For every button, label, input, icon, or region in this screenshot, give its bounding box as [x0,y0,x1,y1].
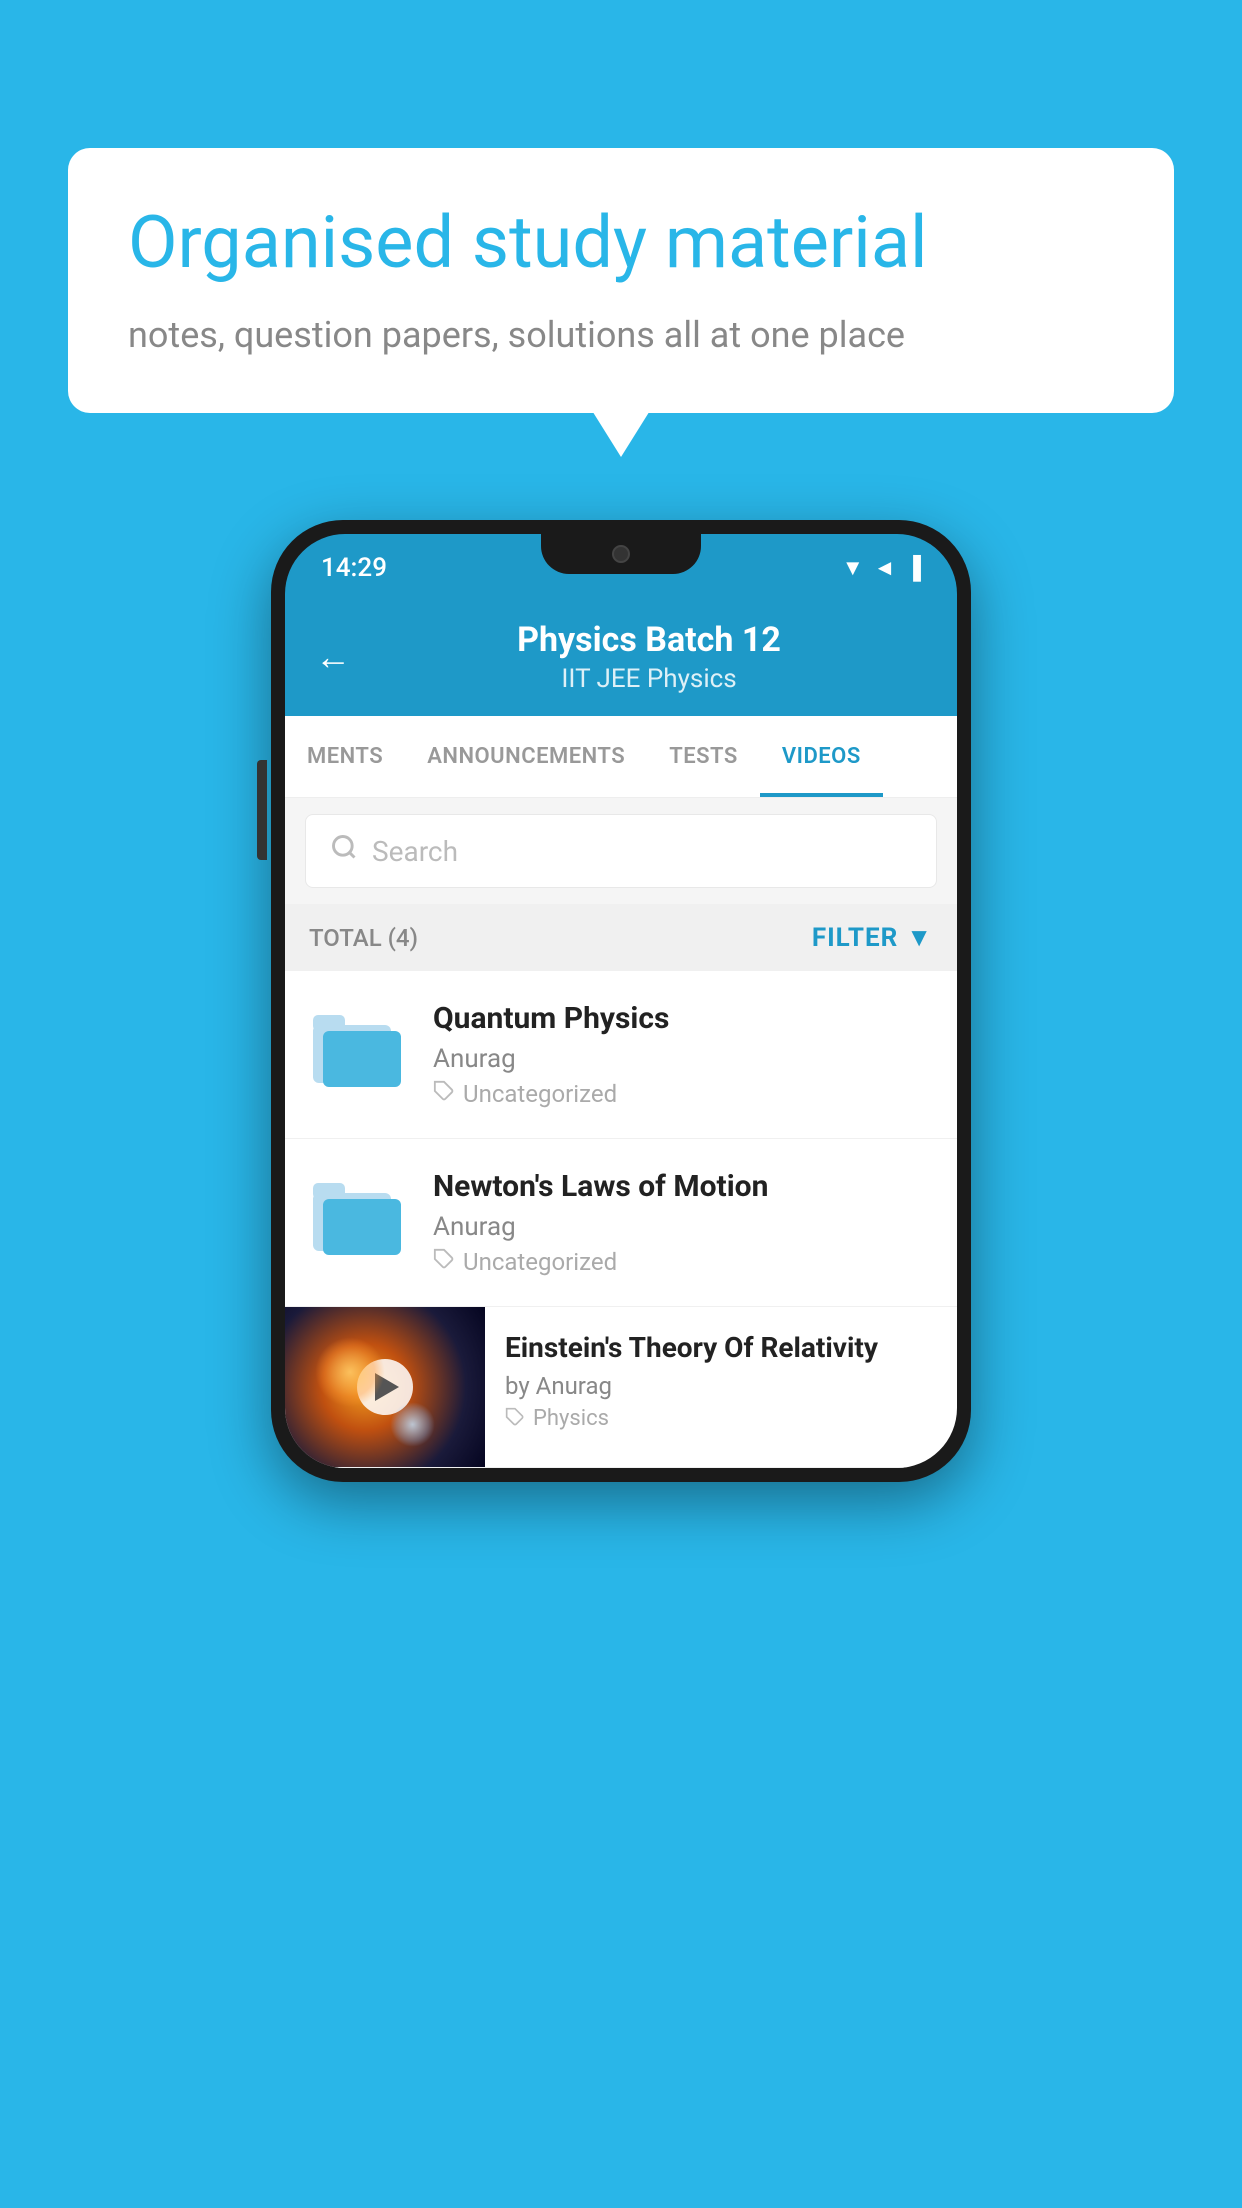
einstein-bg [285,1307,485,1467]
tag-icon-quantum [433,1080,455,1108]
folder-icon-quantum [309,1001,409,1101]
battery-icon: ▐ [905,555,921,581]
filter-label: FILTER [812,923,898,953]
header-title: Physics Batch 12 [371,620,927,660]
space-glow2 [390,1402,435,1447]
list-item[interactable]: Quantum Physics Anurag Uncategorized [285,971,957,1139]
video-info-newton: Newton's Laws of Motion Anurag Uncategor… [433,1169,933,1276]
tab-announcements[interactable]: ANNOUNCEMENTS [405,716,647,797]
tag-icon-einstein [505,1407,525,1431]
bubble-subtitle: notes, question papers, solutions all at… [128,310,1114,360]
search-icon [330,833,358,869]
tag-text-einstein: Physics [533,1406,609,1431]
filter-bar: TOTAL (4) FILTER ▼ [285,904,957,971]
search-container: Search [285,798,957,904]
list-item[interactable]: Newton's Laws of Motion Anurag Uncategor… [285,1139,957,1307]
status-time: 14:29 [321,553,387,583]
list-item[interactable]: Einstein's Theory Of Relativity by Anura… [285,1307,957,1468]
video-tag-quantum: Uncategorized [433,1080,933,1108]
tabs-bar: MENTS ANNOUNCEMENTS TESTS VIDEOS [285,716,957,798]
signal-icon: ◄ [874,555,896,581]
video-title-quantum: Quantum Physics [433,1001,933,1036]
tab-videos[interactable]: VIDEOS [760,716,883,797]
filter-button[interactable]: FILTER ▼ [812,922,933,953]
video-title-einstein: Einstein's Theory Of Relativity [505,1331,937,1364]
phone-screen: 14:29 ▼ ◄ ▐ ← Physics Batch 12 IIT JEE P… [285,534,957,1468]
back-button[interactable]: ← [315,636,351,678]
phone-outer: 14:29 ▼ ◄ ▐ ← Physics Batch 12 IIT JEE P… [271,520,971,1482]
video-info-quantum: Quantum Physics Anurag Uncategorized [433,1001,933,1108]
tag-icon-newton [433,1248,455,1276]
header-tags: IIT JEE Physics [371,664,927,694]
status-bar: 14:29 ▼ ◄ ▐ [285,534,957,602]
video-info-einstein: Einstein's Theory Of Relativity by Anura… [485,1307,957,1455]
video-author-einstein: by Anurag [505,1372,937,1400]
app-header: ← Physics Batch 12 IIT JEE Physics [285,602,957,716]
filter-icon: ▼ [906,922,933,953]
video-tag-newton: Uncategorized [433,1248,933,1276]
video-title-newton: Newton's Laws of Motion [433,1169,933,1204]
video-author-newton: Anurag [433,1212,933,1242]
bubble-title: Organised study material [128,200,1114,286]
video-list: Quantum Physics Anurag Uncategorized [285,971,957,1468]
status-icons: ▼ ◄ ▐ [842,555,921,581]
video-author-quantum: Anurag [433,1044,933,1074]
phone-mockup: 14:29 ▼ ◄ ▐ ← Physics Batch 12 IIT JEE P… [271,520,971,1482]
space-glow [315,1337,385,1407]
wifi-icon: ▼ [842,555,864,581]
tag-text-newton: Uncategorized [463,1248,617,1276]
camera-dot [612,545,630,563]
speech-bubble: Organised study material notes, question… [68,148,1174,413]
search-placeholder: Search [372,835,458,868]
video-tag-einstein: Physics [505,1406,937,1431]
search-bar[interactable]: Search [305,814,937,888]
notch [541,534,701,574]
header-title-block: Physics Batch 12 IIT JEE Physics [371,620,927,694]
tab-tests[interactable]: TESTS [647,716,760,797]
tag-text-quantum: Uncategorized [463,1080,617,1108]
folder-icon-newton [309,1169,409,1269]
einstein-thumbnail [285,1307,485,1467]
total-count: TOTAL (4) [309,924,418,952]
tab-ments[interactable]: MENTS [285,716,405,797]
speech-bubble-container: Organised study material notes, question… [68,148,1174,413]
